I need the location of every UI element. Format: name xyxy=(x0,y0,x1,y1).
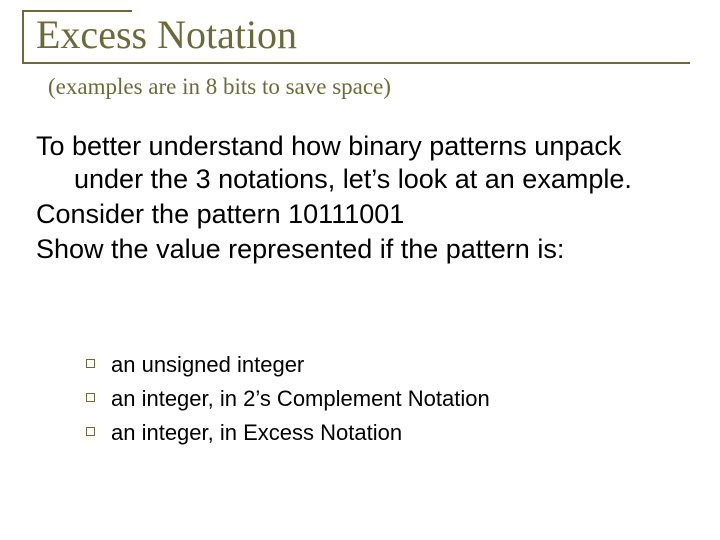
title-wrap: Excess Notation xyxy=(28,14,688,62)
square-bullet-icon xyxy=(86,393,95,402)
slide-title: Excess Notation xyxy=(28,14,688,62)
list-item: an integer, in 2’s Complement Notation xyxy=(86,386,490,412)
slide-subtitle: (examples are in 8 bits to save space) xyxy=(48,74,391,100)
list-item-label: an integer, in 2’s Complement Notation xyxy=(111,386,490,412)
body-paragraph-3: Show the value represented if the patter… xyxy=(36,233,684,266)
body-paragraph-1: To better understand how binary patterns… xyxy=(36,130,684,196)
body-paragraph-2: Consider the pattern 10111001 xyxy=(36,198,684,231)
list-item: an unsigned integer xyxy=(86,352,490,378)
square-bullet-icon xyxy=(86,359,95,368)
sublist: an unsigned integer an integer, in 2’s C… xyxy=(86,352,490,454)
body-text: To better understand how binary patterns… xyxy=(36,130,684,268)
slide: Excess Notation (examples are in 8 bits … xyxy=(0,0,720,540)
square-bullet-icon xyxy=(86,427,95,436)
list-item-label: an unsigned integer xyxy=(111,352,304,378)
title-rule-bottom xyxy=(22,62,690,64)
list-item-label: an integer, in Excess Notation xyxy=(111,420,402,446)
list-item: an integer, in Excess Notation xyxy=(86,420,490,446)
